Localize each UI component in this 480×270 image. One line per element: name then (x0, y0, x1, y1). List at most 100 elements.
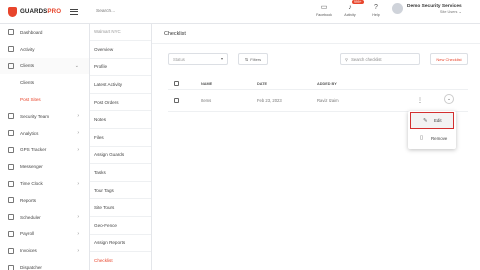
activity-icon (8, 46, 14, 53)
top-nav-label: Activity (344, 13, 356, 17)
subnav-header: Walmart NYC (94, 29, 121, 34)
sidebar-item-label: Time Clock (20, 181, 43, 187)
sidebar-item-dispatcher[interactable]: Dispatcher (0, 259, 89, 270)
hamburger-menu-icon[interactable] (70, 8, 84, 15)
sidebar-item-label: Messenger (20, 164, 43, 170)
sidebar-item-label: Analytics (20, 130, 39, 136)
global-search-input[interactable] (92, 3, 212, 20)
remove-menu-item[interactable]: ▯ Remove (408, 129, 456, 147)
messenger-icon (8, 163, 14, 170)
top-bar: GUARDSPRO ▭ Facebook ♪ Activity 999+? Help De… (0, 0, 480, 24)
select-all-checkbox[interactable] (174, 81, 179, 86)
subnav-item-files[interactable]: Files (90, 127, 151, 146)
scheduler-icon (8, 214, 14, 221)
reports-icon (8, 197, 14, 204)
avatar (392, 3, 403, 14)
facebook-icon: ▭ (320, 4, 328, 11)
sidebar-item-security-team[interactable]: Security Team › (0, 108, 89, 125)
table-row[interactable]: Items Feb 23, 2023 Raviz Izaim ⋮ ⌄ (168, 90, 468, 112)
sidebar-item-clients-sub[interactable]: Clients (0, 74, 89, 91)
edit-menu-item[interactable]: ✎ Edit (410, 112, 454, 129)
brand-logo[interactable]: GUARDSPRO (0, 0, 72, 24)
shield-logo-icon (8, 6, 17, 17)
chevron-down-icon[interactable]: ⌄ (444, 94, 454, 104)
subnav-item-profile[interactable]: Profile (90, 57, 151, 76)
help-icon: ? (374, 4, 378, 11)
sidebar-item-label: Clients (20, 80, 35, 86)
chevron-icon: › (77, 230, 79, 237)
brand-name: GUARDSPRO (20, 8, 62, 15)
sidebar-item-gps-tracker[interactable]: GPS Tracker › (0, 142, 89, 159)
row-action-menu: ✎ Edit ▯ Remove (408, 111, 456, 149)
sidebar-item-label: Activity (20, 46, 35, 52)
sidebar-item-payroll[interactable]: Payroll › (0, 226, 89, 243)
dashboard-icon (8, 29, 14, 36)
chevron-icon: › (77, 113, 79, 120)
search-icon: ⚲ (345, 56, 349, 62)
subnav-item-overview[interactable]: Overview (90, 40, 151, 58)
filters-button[interactable]: ⇅ Filters (238, 53, 268, 65)
sidebar-item-activity[interactable]: Activity (0, 41, 89, 58)
sidebar-item-post-sites-sub[interactable]: Post Sites (0, 91, 89, 108)
chevron-icon: › (77, 146, 79, 153)
chevron-icon: ⌄ (74, 62, 79, 69)
top-nav-facebook[interactable]: ▭ Facebook (316, 3, 332, 17)
sidebar-item-reports[interactable]: Reports (0, 192, 89, 209)
post-site-subnav: Walmart NYC Overview Profile Latest Activi… (90, 24, 152, 270)
sidebar-item-label: Security Team (20, 113, 50, 119)
gps-icon (8, 146, 14, 153)
subnav-item-site-tours[interactable]: Site Tours (90, 198, 151, 216)
dispatcher-icon (8, 264, 14, 270)
sidebar-item-label: Post Sites (20, 97, 41, 103)
sidebar-item-messenger[interactable]: Messenger (0, 158, 89, 175)
filter-row: Status ▾ ⇅ Filters ⚲ Search checklist New C… (168, 53, 478, 65)
user-name: Demo Security Services (407, 3, 462, 9)
user-menu[interactable]: Demo Security Services Site Users ⌄ (392, 3, 462, 14)
row-name: Items (201, 98, 212, 103)
page-title: Checklist (152, 24, 480, 44)
sidebar-item-label: Scheduler (20, 214, 41, 220)
security-team-icon (8, 113, 14, 120)
checklist-search-input[interactable]: ⚲ Search checklist (340, 53, 420, 65)
sidebar-item-scheduler[interactable]: Scheduler › (0, 209, 89, 226)
sidebar-item-dashboard[interactable]: Dashboard (0, 24, 89, 41)
payroll-icon (8, 230, 14, 237)
top-nav-help[interactable]: ? Help (368, 3, 384, 17)
kebab-menu-icon[interactable]: ⋮ (417, 97, 423, 104)
sidebar-item-invoices[interactable]: Invoices › (0, 242, 89, 259)
subnav-item-geo-fence[interactable]: Geo-Fence (90, 215, 151, 234)
new-checklist-button[interactable]: New Checklist (430, 53, 468, 65)
sidebar-item-label: Clients (20, 63, 35, 69)
subnav-item-post-orders[interactable]: Post Orders (90, 92, 151, 111)
row-checkbox[interactable] (174, 98, 179, 103)
subnav-item-assign-reports[interactable]: Assign Reports (90, 233, 151, 252)
sidebar-item-label: Dashboard (20, 29, 43, 35)
filter-icon: ⇅ (244, 56, 249, 62)
column-header-date: DATE (257, 81, 268, 86)
top-nav-label: Help (372, 13, 380, 17)
column-header-name: NAME (201, 81, 213, 86)
chevron-icon: › (77, 180, 79, 187)
top-nav-activity[interactable]: ♪ Activity 999+ (342, 0, 364, 17)
trash-icon: ▯ (420, 135, 424, 141)
time-clock-icon (8, 180, 14, 187)
bell-icon: ♪ (348, 4, 352, 11)
sidebar-item-label: Payroll (20, 231, 35, 237)
chevron-down-icon: ▾ (220, 56, 223, 61)
sidebar-item-clients[interactable]: Clients ⌄ (0, 57, 89, 75)
chevron-icon: › (77, 247, 79, 254)
subnav-item-tasks[interactable]: Tasks (90, 163, 151, 181)
sidebar-item-time-clock[interactable]: Time Clock › (0, 175, 89, 192)
subnav-item-assign-guards[interactable]: Assign Guards (90, 145, 151, 164)
subnav-item-checklist[interactable]: Checklist (90, 251, 151, 269)
subnav-item-notes[interactable]: Notes (90, 110, 151, 128)
subnav-item-tour-tags[interactable]: Tour Tags (90, 180, 151, 199)
status-select[interactable]: Status ▾ (168, 53, 228, 65)
checklist-table: NAME DATE ADDED BY Items Feb 23, 2023 Ra… (168, 78, 468, 112)
column-header-added-by: ADDED BY (317, 81, 337, 86)
sidebar-item-analytics[interactable]: Analytics › (0, 125, 89, 142)
subnav-item-latest-activity[interactable]: Latest Activity (90, 75, 151, 93)
sidebar-item-label: Invoices (20, 248, 37, 254)
table-header: NAME DATE ADDED BY (168, 78, 468, 90)
analytics-icon (8, 130, 14, 137)
